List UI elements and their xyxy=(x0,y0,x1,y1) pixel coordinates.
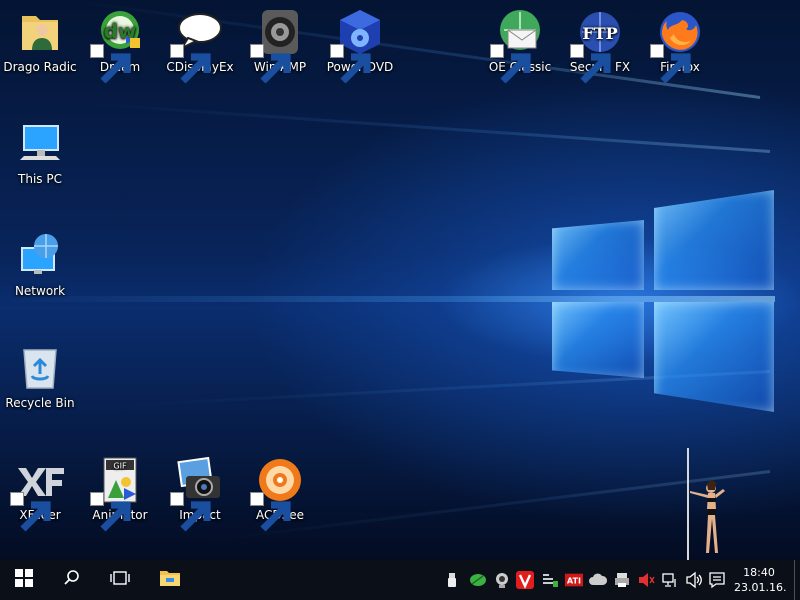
desktop-icon-network[interactable]: Network xyxy=(0,224,80,300)
desktop-icon-animator[interactable]: GIF Animator xyxy=(80,448,160,532)
shortcut-arrow-icon xyxy=(170,492,211,532)
svg-text:GIF: GIF xyxy=(113,462,127,471)
desktop-icon-secure-fx[interactable]: FTP Secure FX xyxy=(560,0,640,84)
desktop-icon-xfader[interactable]: XFader xyxy=(0,448,80,532)
desktop[interactable]: Drago Radic dw Dream CDisplayEx Win AMP … xyxy=(0,0,800,560)
clock-time: 18:40 xyxy=(743,566,775,579)
logo-pane xyxy=(654,190,774,290)
desktop-icon-dream[interactable]: dw Dream xyxy=(80,0,160,84)
taskbar: ATI 18:40 23.01.16. xyxy=(0,560,800,600)
user-folder-icon xyxy=(16,8,64,56)
icon-label: Drago Radic xyxy=(3,60,77,74)
task-view-button[interactable] xyxy=(96,560,144,600)
speaker-muted-red-icon[interactable] xyxy=(636,570,656,590)
icon-label: Recycle Bin xyxy=(5,396,75,410)
logo-pane xyxy=(552,220,644,290)
recycle-bin-icon xyxy=(16,344,64,392)
mail-globe-icon xyxy=(490,8,544,84)
speaker-icon xyxy=(250,8,304,84)
ftp-globe-icon: FTP xyxy=(570,8,624,84)
desktop-icon-cdisplayex[interactable]: CDisplayEx xyxy=(160,0,240,84)
dreamweaver-icon: dw xyxy=(90,8,144,84)
dvd-cube-icon xyxy=(330,8,384,84)
desktop-icon-impact[interactable]: Impact xyxy=(160,448,240,532)
camera-icon xyxy=(170,456,224,532)
search-icon xyxy=(63,569,81,591)
computer-icon xyxy=(16,120,64,168)
xf-logo-icon xyxy=(10,456,64,532)
svg-text:FTP: FTP xyxy=(582,24,617,43)
task-view-icon xyxy=(109,570,131,590)
search-button[interactable] xyxy=(48,560,96,600)
speech-bubble-icon xyxy=(170,8,224,84)
desktop-icon-firefox[interactable]: Firefox xyxy=(640,0,720,84)
shortcut-arrow-icon xyxy=(650,44,691,84)
desktop-dancer-figure[interactable] xyxy=(678,448,738,560)
start-button[interactable] xyxy=(0,560,48,600)
shortcut-arrow-icon xyxy=(250,492,291,532)
file-explorer-icon xyxy=(159,569,181,591)
desktop-icon-recycle-bin[interactable]: Recycle Bin xyxy=(0,336,80,412)
acdsee-icon xyxy=(250,456,304,532)
leaf-icon[interactable] xyxy=(468,570,488,590)
desktop-icon-win-amp[interactable]: Win AMP xyxy=(240,0,320,84)
gif-animator-icon: GIF xyxy=(90,456,144,532)
clock-date: 23.01.16. xyxy=(734,581,787,594)
volume-icon[interactable] xyxy=(684,570,704,590)
ati-icon[interactable]: ATI xyxy=(564,570,584,590)
desktop-icon-power-dvd[interactable]: Power DVD xyxy=(320,0,400,84)
desktop-icon-this-pc[interactable]: This PC xyxy=(0,112,80,188)
network-icon[interactable] xyxy=(660,570,680,590)
icon-label: Network xyxy=(14,284,66,298)
shortcut-arrow-icon xyxy=(170,44,211,84)
shortcut-arrow-icon xyxy=(250,44,291,84)
printer-icon[interactable] xyxy=(612,570,632,590)
file-explorer-button[interactable] xyxy=(146,560,194,600)
desktop-icon-oe-classic[interactable]: OE Classic xyxy=(480,0,560,84)
taskbar-clock[interactable]: 18:40 23.01.16. xyxy=(734,565,787,595)
shortcut-arrow-icon xyxy=(490,44,531,84)
ati-label: ATI xyxy=(567,576,581,586)
shortcut-arrow-icon xyxy=(10,492,51,532)
vivaldi-icon[interactable] xyxy=(515,570,535,590)
cloud-icon[interactable] xyxy=(588,570,608,590)
firefox-icon xyxy=(650,8,704,84)
logo-pane xyxy=(654,302,774,412)
icon-label: This PC xyxy=(18,172,62,186)
shortcut-arrow-icon xyxy=(330,44,371,84)
shortcut-arrow-icon xyxy=(570,44,611,84)
desktop-icon-drago-radic[interactable]: Drago Radic xyxy=(0,0,80,76)
network-globe-icon xyxy=(16,232,64,280)
windows-start-icon xyxy=(15,569,33,591)
usb-icon[interactable] xyxy=(442,570,462,590)
show-desktop-button[interactable] xyxy=(794,560,800,600)
action-center-icon[interactable] xyxy=(707,570,727,590)
shortcut-arrow-icon xyxy=(90,44,131,84)
light-beam xyxy=(81,101,771,153)
network-adapter-icon[interactable] xyxy=(540,570,560,590)
logo-pane xyxy=(552,302,644,378)
webcam-icon[interactable] xyxy=(492,570,512,590)
windows-logo-wallpaper xyxy=(552,190,774,412)
desktop-icon-acdsee[interactable]: ACDSee xyxy=(240,448,320,532)
shortcut-arrow-icon xyxy=(90,492,131,532)
